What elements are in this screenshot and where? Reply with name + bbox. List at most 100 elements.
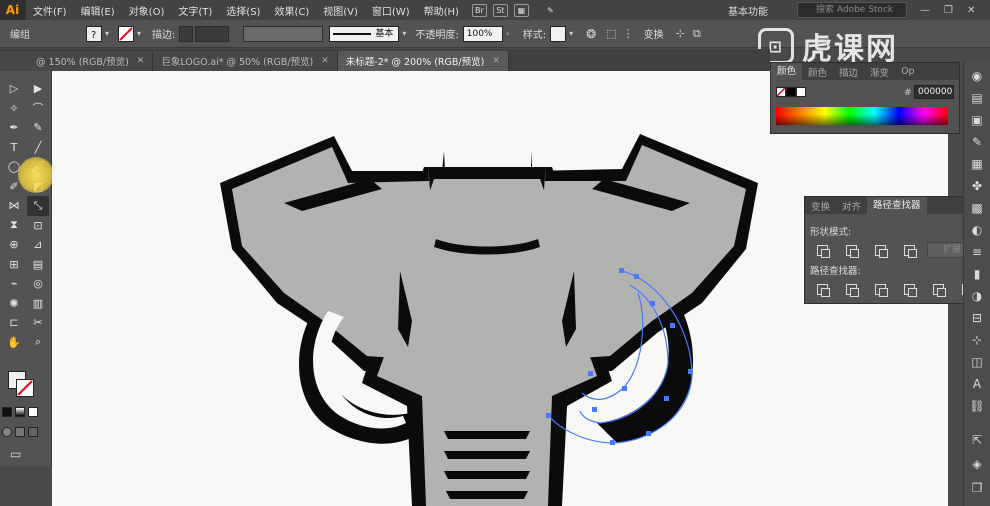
recolor-artwork-icon[interactable]: ❂ <box>586 27 596 41</box>
isolate-group-icon[interactable]: ⧉ <box>693 27 701 41</box>
export-icon[interactable]: ⇱ <box>969 432 985 448</box>
exclude-button[interactable] <box>900 242 918 258</box>
close-button[interactable]: ✕ <box>967 5 975 16</box>
chevron-down-icon[interactable]: ▾ <box>566 29 576 38</box>
stock-search-input[interactable]: 搜索 Adobe Stock <box>797 2 907 18</box>
white-swatch[interactable] <box>796 87 806 97</box>
menu-type[interactable]: 文字(T) <box>171 3 219 18</box>
tab-opacity[interactable]: Op <box>895 66 921 77</box>
menu-window[interactable]: 窗口(W) <box>365 3 417 18</box>
gradient-panel-icon[interactable]: ▮ <box>969 266 985 282</box>
scale-tool-icon[interactable]: ⤡ <box>27 196 49 216</box>
variable-width-profile[interactable] <box>243 25 324 42</box>
chevron-down-icon[interactable]: ▾ <box>134 29 144 38</box>
menu-effect[interactable]: 效果(C) <box>267 3 316 18</box>
transform-panel-icon[interactable]: ⊹ <box>969 332 985 348</box>
pen-tool-icon[interactable]: ✒ <box>3 118 25 138</box>
mesh-tool-icon[interactable]: ⊞ <box>3 255 25 275</box>
magic-wand-tool-icon[interactable]: ✧ <box>3 99 25 119</box>
graphic-styles-icon[interactable]: ▩ <box>969 200 985 216</box>
tab-align[interactable]: 对齐 <box>836 199 867 213</box>
close-icon[interactable]: ✕ <box>321 56 329 66</box>
screen-mode-icon[interactable]: ▭ <box>10 447 21 461</box>
minimize-button[interactable]: — <box>920 5 930 16</box>
align-panel-icon[interactable]: ⊟ <box>969 310 985 326</box>
none-button[interactable] <box>28 407 38 417</box>
free-transform-tool-icon[interactable]: ⊡ <box>27 216 49 236</box>
close-icon[interactable]: ✕ <box>492 56 500 66</box>
chevron-down-icon[interactable]: ▾ <box>102 29 112 38</box>
slice-tool-icon[interactable]: ✂ <box>27 313 49 333</box>
eraser-tool-icon[interactable]: ◩ <box>27 177 49 197</box>
hand-tool-icon[interactable]: ✋ <box>3 333 25 353</box>
brushes-icon[interactable]: ✎ <box>969 134 985 150</box>
outline-button[interactable] <box>929 281 947 297</box>
color-guide-icon[interactable]: ◉ <box>969 68 985 84</box>
black-swatch[interactable] <box>786 87 796 97</box>
fill-color-swatch[interactable]: ? <box>86 25 102 42</box>
opacity-field[interactable]: 100% <box>462 25 503 42</box>
tab-stroke[interactable]: 描边 <box>833 65 864 79</box>
draw-inside-icon[interactable] <box>28 427 38 437</box>
transform-link[interactable]: 变换 <box>644 26 664 41</box>
shape-builder-tool-icon[interactable]: ⊕ <box>3 235 25 255</box>
divide-button[interactable] <box>813 281 831 297</box>
menu-help[interactable]: 帮助(H) <box>417 3 466 18</box>
width-tool-icon[interactable]: ⧗ <box>3 216 25 236</box>
doc-tab-2[interactable]: 巨象LOGO.ai* @ 50% (RGB/预览) ✕ <box>153 51 338 71</box>
align-to-selection-icon[interactable]: ⬚ <box>606 27 616 40</box>
symbols-icon[interactable]: ✤ <box>969 178 985 194</box>
paintbrush-tool-icon[interactable]: 🖌 <box>27 157 49 177</box>
layers-icon[interactable]: ◈ <box>969 456 985 472</box>
symbol-sprayer-tool-icon[interactable]: ✺ <box>3 294 25 314</box>
character-panel-icon[interactable]: A <box>969 376 985 392</box>
maximize-button[interactable]: ❐ <box>944 5 953 16</box>
zoom-tool-icon[interactable]: ⌕ <box>27 333 49 353</box>
gpu-performance-icon[interactable]: ✎ <box>543 4 558 17</box>
tab-color[interactable]: 颜色 <box>771 63 803 80</box>
swatches-icon[interactable]: ▦ <box>969 156 985 172</box>
transparency-icon[interactable]: ◑ <box>969 288 985 304</box>
artboards-icon[interactable]: ❐ <box>969 480 985 496</box>
none-swatch[interactable] <box>776 87 786 97</box>
selection-tool-icon[interactable]: ▷ <box>3 79 25 99</box>
chevron-right-icon[interactable]: › <box>503 29 513 38</box>
stroke-color-swatch[interactable] <box>118 25 134 42</box>
properties-icon[interactable]: ▤ <box>969 90 985 106</box>
color-button[interactable] <box>2 407 12 417</box>
stroke-swatch[interactable] <box>16 379 34 397</box>
tab-transform[interactable]: 变换 <box>805 199 836 213</box>
crop-button[interactable] <box>900 281 918 297</box>
draw-normal-icon[interactable] <box>2 427 12 437</box>
stroke-weight-field[interactable] <box>195 25 230 42</box>
curvature-tool-icon[interactable]: ✎ <box>27 118 49 138</box>
shaper-tool-icon[interactable]: ✐ <box>3 177 25 197</box>
intersect-button[interactable] <box>871 242 889 258</box>
menu-file[interactable]: 文件(F) <box>26 3 74 18</box>
reflect-tool-icon[interactable]: ⋈ <box>3 196 25 216</box>
line-tool-icon[interactable]: ╱ <box>27 138 49 158</box>
close-icon[interactable]: ✕ <box>137 56 145 66</box>
menu-object[interactable]: 对象(O) <box>122 3 172 18</box>
reference-point-icon[interactable]: ⊹ <box>676 27 685 40</box>
gradient-tool-icon[interactable]: ▤ <box>27 255 49 275</box>
align-options-icon[interactable]: ⋮ <box>623 27 634 40</box>
column-graph-tool-icon[interactable]: ▥ <box>27 294 49 314</box>
pathfinder-panel-icon[interactable]: ◫ <box>969 354 985 370</box>
stroke-weight-stepper[interactable] <box>179 25 194 42</box>
tab-gradient[interactable]: 渐变 <box>864 65 895 79</box>
graphic-style-swatch[interactable] <box>550 25 567 42</box>
ellipse-tool-icon[interactable]: ◯ <box>3 157 25 177</box>
lasso-tool-icon[interactable]: ⌒ <box>27 99 49 119</box>
stroke-style-dropdown[interactable]: 基本 <box>329 25 400 42</box>
direct-selection-tool-icon[interactable]: ▶ <box>27 79 49 99</box>
chevron-down-icon[interactable]: ▾ <box>399 29 409 38</box>
menu-view[interactable]: 视图(V) <box>316 3 365 18</box>
menu-edit[interactable]: 编辑(E) <box>74 3 122 18</box>
hex-color-input[interactable]: 000000 <box>914 85 954 99</box>
tab-pathfinder[interactable]: 路径查找器 <box>867 197 927 214</box>
minus-front-button[interactable] <box>842 242 860 258</box>
links-panel-icon[interactable]: ⛓ <box>969 398 985 414</box>
gradient-button[interactable] <box>15 407 25 417</box>
arrange-documents-icon[interactable]: ▦ <box>513 3 529 17</box>
